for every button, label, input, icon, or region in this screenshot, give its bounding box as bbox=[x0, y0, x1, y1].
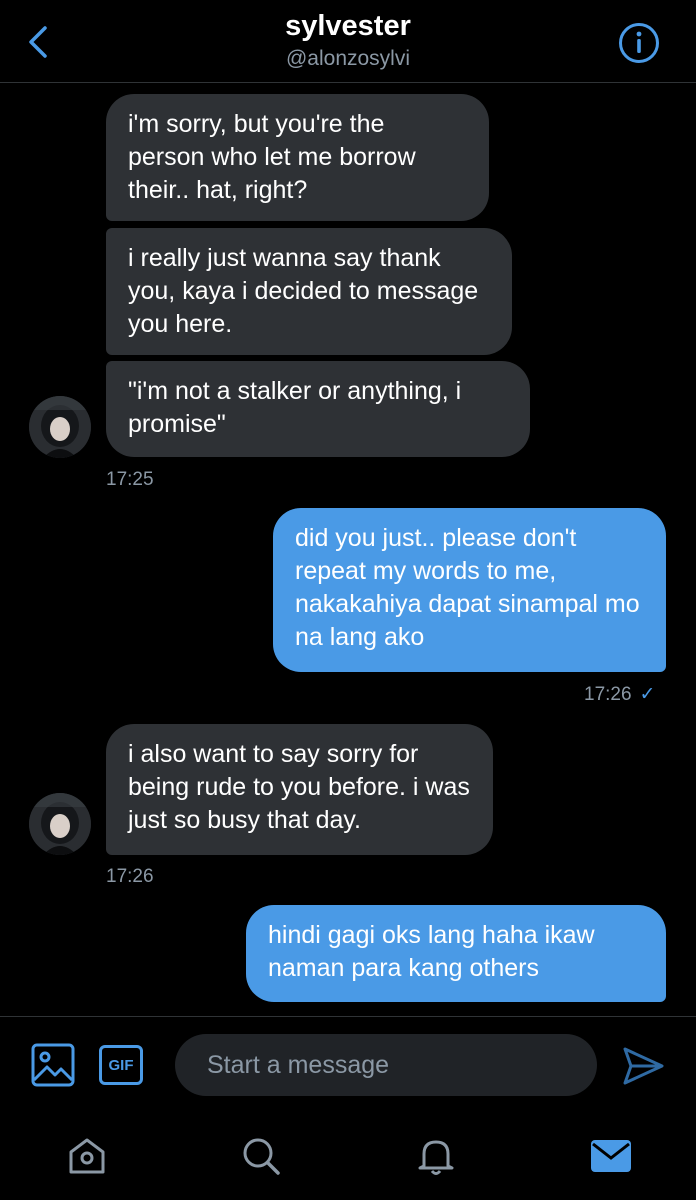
home-icon bbox=[69, 1138, 105, 1174]
message-text: i really just wanna say thank you, kaya … bbox=[128, 244, 479, 338]
check-icon: ✓ bbox=[639, 684, 656, 705]
incoming-message[interactable]: i also want to say sorry for being rude … bbox=[106, 724, 493, 855]
outgoing-message[interactable]: hindi gagi oks lang haha ikaw naman para… bbox=[246, 905, 666, 1002]
nav-notifications[interactable] bbox=[410, 1130, 462, 1182]
conversation-header: sylvester @alonzosylvi bbox=[0, 0, 696, 83]
sent-timestamp: 17:26 ✓ bbox=[584, 683, 655, 706]
add-media-button[interactable] bbox=[30, 1042, 76, 1088]
image-icon bbox=[31, 1043, 75, 1087]
incoming-message[interactable]: "i'm not a stalker or anything, i promis… bbox=[106, 361, 530, 457]
message-text: "i'm not a stalker or anything, i promis… bbox=[128, 377, 462, 438]
message-composer: GIF bbox=[0, 1016, 696, 1113]
outgoing-message[interactable]: did you just.. please don't repeat my wo… bbox=[273, 508, 666, 672]
conversation-handle[interactable]: @alonzosylvi bbox=[0, 47, 696, 71]
nav-messages[interactable] bbox=[585, 1130, 637, 1182]
messages-icon bbox=[591, 1140, 631, 1172]
message-timestamp: 17:25 bbox=[106, 469, 154, 490]
profile-photo bbox=[29, 793, 91, 855]
message-text: i'm sorry, but you're the person who let… bbox=[128, 110, 416, 204]
info-icon bbox=[619, 23, 659, 63]
search-icon bbox=[243, 1138, 280, 1175]
info-button[interactable] bbox=[617, 21, 661, 65]
notifications-icon bbox=[418, 1140, 454, 1175]
message-timestamp: 17:26 bbox=[584, 684, 632, 705]
gif-button[interactable]: GIF bbox=[99, 1045, 143, 1085]
avatar[interactable] bbox=[29, 793, 91, 855]
incoming-message[interactable]: i really just wanna say thank you, kaya … bbox=[106, 228, 512, 355]
message-text: i also want to say sorry for being rude … bbox=[128, 740, 470, 834]
send-icon bbox=[623, 1047, 664, 1085]
message-text: did you just.. please don't repeat my wo… bbox=[295, 524, 640, 651]
message-input[interactable] bbox=[175, 1034, 597, 1096]
message-timestamp: 17:26 bbox=[106, 866, 154, 887]
profile-photo bbox=[29, 396, 91, 458]
nav-search[interactable] bbox=[235, 1130, 287, 1182]
send-button[interactable] bbox=[620, 1043, 666, 1089]
bottom-navigation bbox=[0, 1112, 696, 1200]
avatar[interactable] bbox=[29, 396, 91, 458]
incoming-message[interactable]: i'm sorry, but you're the person who let… bbox=[106, 94, 489, 221]
conversation-title[interactable]: sylvester bbox=[0, 10, 696, 43]
nav-home[interactable] bbox=[61, 1130, 113, 1182]
gif-label: GIF bbox=[108, 1056, 134, 1074]
message-text: hindi gagi oks lang haha ikaw naman para… bbox=[268, 921, 595, 982]
